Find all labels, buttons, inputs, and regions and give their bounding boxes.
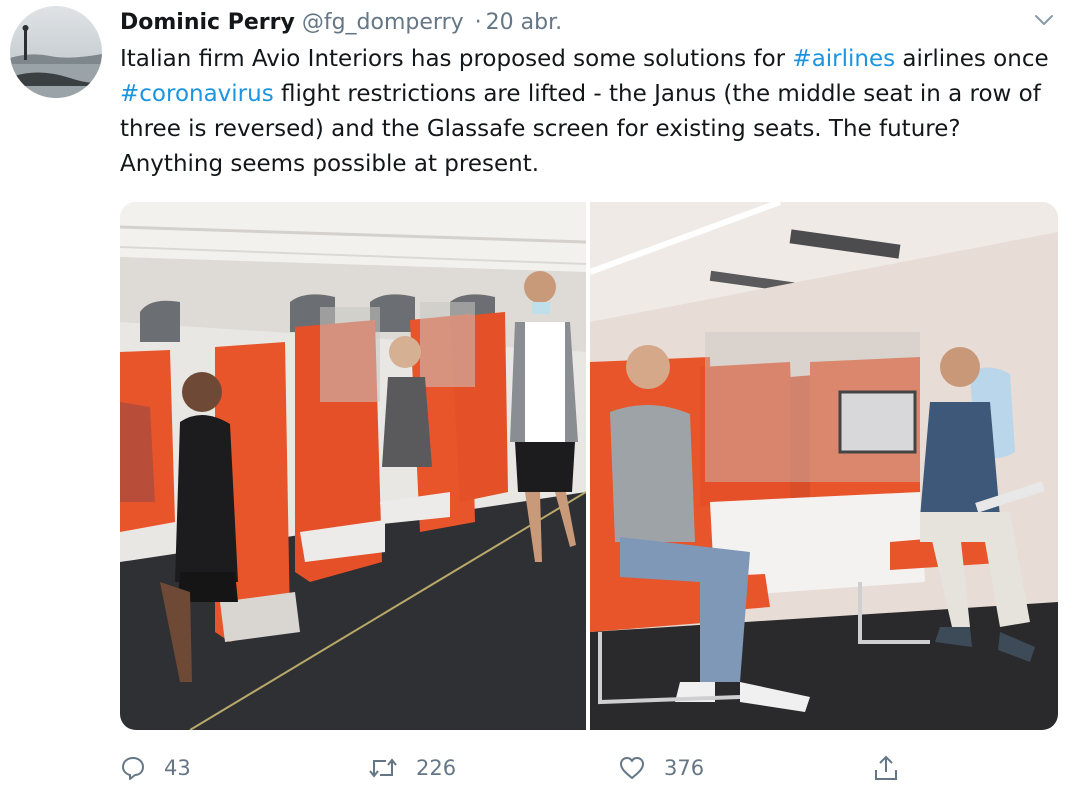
tweet-text-segment: airlines once bbox=[895, 46, 1049, 72]
tweet-date[interactable]: 20 abr. bbox=[486, 10, 562, 35]
tweet-header: Dominic Perry @fg_domperry · 20 abr. bbox=[120, 8, 562, 38]
share-icon bbox=[872, 754, 900, 782]
share-button[interactable] bbox=[872, 748, 900, 788]
photo-glassafe-seats[interactable] bbox=[588, 202, 1058, 730]
chevron-down-icon[interactable] bbox=[1030, 8, 1058, 32]
header-separator: · bbox=[474, 10, 482, 35]
tweet: Dominic Perry @fg_domperry · 20 abr. Ital… bbox=[0, 0, 1091, 799]
hashtag-coronavirus[interactable]: #coronavirus bbox=[120, 81, 274, 107]
retweet-icon bbox=[368, 755, 398, 781]
reply-button[interactable]: 43 bbox=[120, 748, 191, 788]
tweet-text: Italian firm Avio Interiors has proposed… bbox=[120, 42, 1050, 182]
reply-icon bbox=[120, 755, 146, 781]
like-button[interactable]: 376 bbox=[618, 748, 704, 788]
retweet-count: 226 bbox=[416, 756, 457, 780]
author-name[interactable]: Dominic Perry bbox=[120, 10, 295, 35]
author-handle[interactable]: @fg_domperry bbox=[302, 10, 464, 35]
retweet-button[interactable]: 226 bbox=[368, 748, 456, 788]
photo-janus-seats[interactable] bbox=[120, 202, 587, 730]
tweet-media bbox=[120, 202, 1058, 730]
like-icon bbox=[618, 755, 646, 781]
like-count: 376 bbox=[664, 756, 705, 780]
hashtag-airlines[interactable]: #airlines bbox=[792, 46, 895, 72]
tweet-actions: 43 226 376 bbox=[120, 748, 1060, 788]
tweet-text-segment: Italian firm Avio Interiors has proposed… bbox=[120, 46, 793, 72]
avatar[interactable] bbox=[10, 6, 102, 98]
reply-count: 43 bbox=[164, 756, 191, 780]
